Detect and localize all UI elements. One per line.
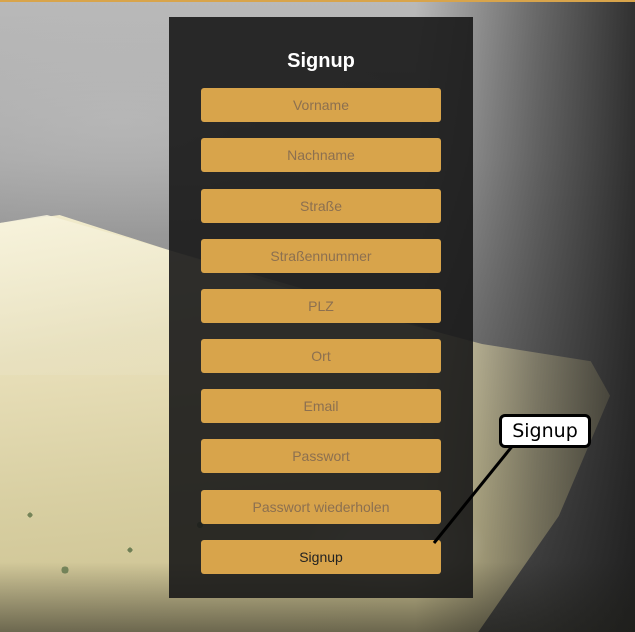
password-repeat-input[interactable]: [201, 490, 441, 524]
signup-title: Signup: [287, 50, 355, 72]
city-input[interactable]: [201, 339, 441, 373]
signup-panel: Signup Signup: [169, 17, 473, 598]
postal-code-input[interactable]: [201, 289, 441, 323]
email-input[interactable]: [201, 389, 441, 423]
lastname-input[interactable]: [201, 138, 441, 172]
password-input[interactable]: [201, 439, 441, 473]
signup-button[interactable]: Signup: [201, 540, 441, 574]
firstname-input[interactable]: [201, 88, 441, 122]
street-number-input[interactable]: [201, 239, 441, 273]
page: Signup Signup Signup: [0, 0, 635, 632]
annotation-callout: Signup: [499, 414, 591, 448]
street-input[interactable]: [201, 189, 441, 223]
